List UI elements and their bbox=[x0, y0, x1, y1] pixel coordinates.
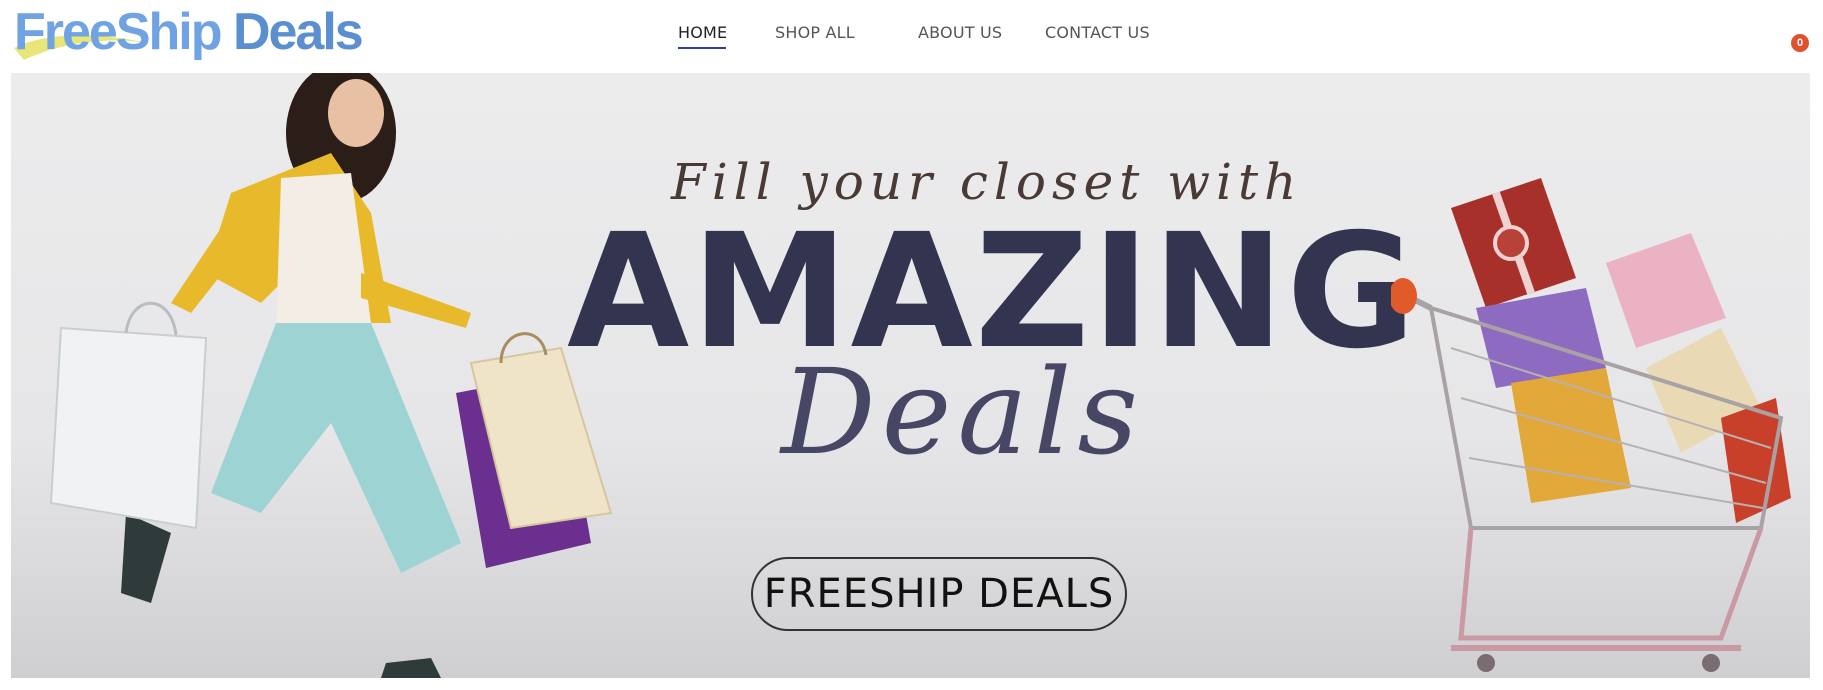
site-header: FreeShip Deals HOME SHOP ALL ABOUT US CO… bbox=[0, 0, 1823, 72]
nav-home[interactable]: HOME bbox=[678, 23, 727, 42]
hero-banner[interactable]: Fill your closet with AMAZING Deals FREE… bbox=[11, 73, 1810, 678]
shopper-illustration bbox=[49, 73, 613, 678]
hero-script-word: Deals bbox=[781, 343, 1141, 503]
nav-active-indicator bbox=[678, 47, 726, 49]
shopping-cart-gifts-illustration bbox=[1391, 178, 1791, 672]
nav-about-us[interactable]: ABOUT US bbox=[918, 23, 1002, 42]
nav-shop-all[interactable]: SHOP ALL bbox=[775, 23, 855, 42]
nav-contact-us[interactable]: CONTACT US bbox=[1045, 23, 1150, 42]
brand-logo[interactable]: FreeShip Deals bbox=[12, 2, 364, 62]
logo-part-1: FreeShip bbox=[14, 3, 222, 61]
hero-script-text: Deals bbox=[781, 343, 1145, 481]
cart-count-badge[interactable]: 0 bbox=[1791, 34, 1809, 52]
freeship-deals-button[interactable]: FREESHIP DEALS bbox=[751, 557, 1127, 631]
logo-text: FreeShip Deals bbox=[14, 2, 364, 62]
logo-part-2: Deals bbox=[220, 3, 364, 61]
